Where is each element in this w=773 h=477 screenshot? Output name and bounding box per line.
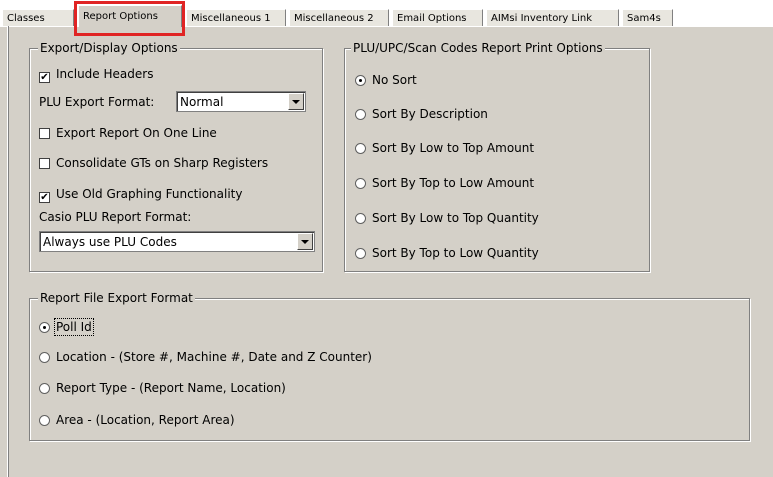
radio-sort-description[interactable]: Sort By Description: [355, 106, 488, 122]
chevron-down-icon[interactable]: [297, 233, 313, 250]
export-one-line-checkbox[interactable]: Export Report On One Line: [39, 125, 217, 141]
tab-email-options[interactable]: Email Options: [392, 9, 483, 26]
radio-sort-low-top-amount[interactable]: Sort By Low to Top Amount: [355, 140, 534, 156]
plu-export-format-label: PLU Export Format:: [39, 95, 155, 109]
tab-aimsi-inventory-link[interactable]: AIMsi Inventory Link: [486, 9, 619, 26]
tab-miscellaneous-2[interactable]: Miscellaneous 2: [289, 9, 389, 26]
plu-print-options-group: PLU/UPC/Scan Codes Report Print Options …: [344, 41, 650, 272]
radio-unselected-icon[interactable]: [355, 213, 366, 224]
tab-miscellaneous-1[interactable]: Miscellaneous 1: [186, 9, 286, 26]
chevron-down-icon[interactable]: [288, 93, 304, 110]
active-tab-highlight: [74, 1, 185, 36]
radio-selected-icon[interactable]: [39, 322, 50, 333]
radio-location[interactable]: Location - (Store #, Machine #, Date and…: [39, 349, 372, 365]
radio-sort-top-low-quantity[interactable]: Sort By Top to Low Quantity: [355, 245, 539, 261]
old-graphing-checkbox[interactable]: ✔ Use Old Graphing Functionality: [39, 186, 243, 203]
radio-unselected-icon[interactable]: [355, 109, 366, 120]
checkbox-unchecked-icon[interactable]: [39, 158, 50, 169]
radio-sort-top-low-amount[interactable]: Sort By Top to Low Amount: [355, 175, 534, 191]
radio-unselected-icon[interactable]: [355, 143, 366, 154]
checkbox-checked-icon[interactable]: ✔: [39, 72, 50, 83]
tab-sam4s[interactable]: Sam4s: [622, 9, 673, 26]
radio-poll-id[interactable]: Poll Id: [39, 318, 94, 336]
radio-sort-low-top-quantity[interactable]: Sort By Low to Top Quantity: [355, 210, 539, 226]
file-export-format-legend: Report File Export Format: [38, 291, 195, 305]
checkbox-checked-icon[interactable]: ✔: [39, 192, 50, 203]
export-display-legend: Export/Display Options: [38, 41, 180, 55]
casio-format-select[interactable]: Always use PLU Codes: [39, 231, 315, 252]
export-display-group: Export/Display Options ✔ Include Headers …: [29, 41, 323, 272]
checkbox-unchecked-icon[interactable]: [39, 128, 50, 139]
plu-export-format-select[interactable]: Normal: [176, 91, 306, 112]
radio-unselected-icon[interactable]: [39, 352, 50, 363]
panel-divider-shadow: [8, 26, 9, 477]
radio-report-type[interactable]: Report Type - (Report Name, Location): [39, 380, 286, 396]
radio-unselected-icon[interactable]: [39, 383, 50, 394]
radio-unselected-icon[interactable]: [355, 248, 366, 259]
radio-selected-icon[interactable]: [355, 75, 366, 86]
tab-classes[interactable]: Classes: [2, 9, 74, 26]
casio-format-label: Casio PLU Report Format:: [39, 210, 192, 224]
radio-area[interactable]: Area - (Location, Report Area): [39, 412, 235, 428]
radio-no-sort[interactable]: No Sort: [355, 72, 417, 88]
plu-print-options-legend: PLU/UPC/Scan Codes Report Print Options: [351, 41, 605, 55]
radio-unselected-icon[interactable]: [39, 415, 50, 426]
consolidate-gts-checkbox[interactable]: Consolidate GTs on Sharp Registers: [39, 155, 268, 171]
include-headers-checkbox[interactable]: ✔ Include Headers: [39, 66, 153, 83]
file-export-format-group: Report File Export Format Poll Id Locati…: [29, 291, 750, 441]
radio-unselected-icon[interactable]: [355, 178, 366, 189]
